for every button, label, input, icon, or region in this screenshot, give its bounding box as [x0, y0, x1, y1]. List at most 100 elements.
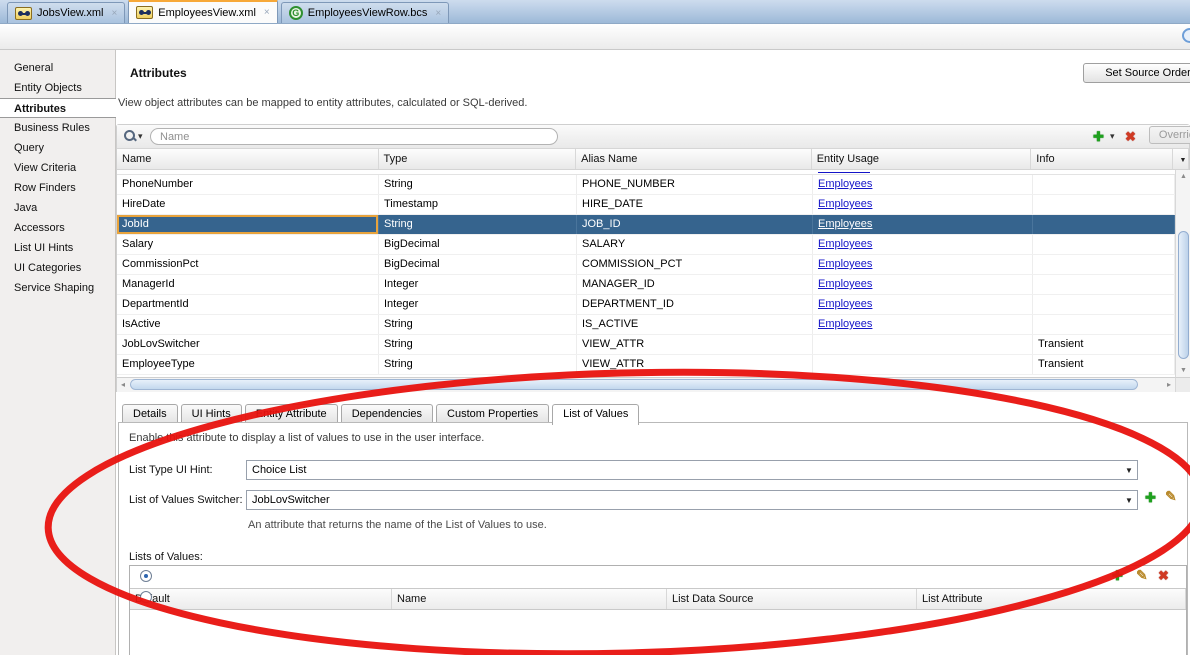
scrollbar-corner — [1175, 377, 1190, 392]
sidebar-item[interactable]: Row Finders — [0, 178, 115, 198]
cell-type: BigDecimal — [379, 255, 577, 274]
override-button[interactable]: Override — [1149, 126, 1190, 144]
lists-of-values-table: Default Name List Data Source List Attri… — [129, 565, 1187, 655]
column-header-alias[interactable]: Alias Name — [576, 149, 812, 169]
detail-tab[interactable]: Entity Attribute — [245, 404, 338, 423]
vertical-scroll-thumb[interactable] — [1178, 231, 1189, 359]
add-lov-icon[interactable] — [1112, 568, 1123, 584]
search-icon[interactable] — [124, 130, 136, 142]
edit-switcher-icon[interactable] — [1165, 488, 1177, 505]
table-row[interactable]: HireDate Timestamp HIRE_DATE Employees — [117, 195, 1175, 215]
table-search-bar: Override — [117, 125, 1189, 149]
chevron-down-icon — [1121, 464, 1137, 476]
detail-tab[interactable]: Custom Properties — [436, 404, 549, 423]
cell-info — [1033, 175, 1175, 194]
entity-usage-link[interactable]: Employees — [818, 298, 872, 310]
detail-tab[interactable]: UI Hints — [181, 404, 242, 423]
sidebar-item[interactable]: Entity Objects — [0, 78, 115, 98]
column-header-list-attribute[interactable]: List Attribute — [917, 589, 1186, 609]
tab-jobsview[interactable]: JobsView.xml — [7, 2, 125, 23]
default-radio[interactable] — [140, 570, 152, 582]
table-header-row: Name Type Alias Name Entity Usage Info — [117, 149, 1189, 170]
table-row[interactable]: DepartmentId Integer DEPARTMENT_ID Emplo… — [117, 295, 1175, 315]
detail-tab[interactable]: Details — [122, 404, 178, 423]
column-menu-caret-icon[interactable] — [1173, 149, 1189, 169]
column-header-name[interactable]: Name — [392, 589, 667, 609]
cell-name: IsActive — [117, 315, 379, 334]
table-row[interactable]: CommissionPct BigDecimal COMMISSION_PCT … — [117, 255, 1175, 275]
detail-tab[interactable]: Dependencies — [341, 404, 433, 423]
cell-info — [1033, 275, 1175, 294]
horizontal-scroll-thumb[interactable] — [130, 379, 1138, 390]
column-header-info[interactable]: Info — [1031, 149, 1173, 169]
sidebar-item[interactable]: List UI Hints — [0, 238, 115, 258]
table-row[interactable]: JobLovSwitcher String VIEW_ATTR Transien… — [117, 335, 1175, 355]
scroll-left-icon[interactable] — [117, 378, 129, 392]
entity-usage-link[interactable]: Employees — [818, 198, 872, 210]
sidebar-item[interactable]: Accessors — [0, 218, 115, 238]
entity-usage-link[interactable]: Employees — [818, 178, 872, 190]
column-header-type[interactable]: Type — [379, 149, 577, 169]
table-row[interactable]: JobId String JOB_ID Employees — [117, 215, 1175, 235]
table-row[interactable]: IsActive String IS_ACTIVE Employees — [117, 315, 1175, 335]
sidebar-item[interactable]: Service Shaping — [0, 278, 115, 298]
cell-alias-name: IS_ACTIVE — [577, 315, 813, 334]
cell-info — [1033, 315, 1175, 334]
table-row[interactable]: EmployeeType String VIEW_ATTR Transient — [117, 355, 1175, 375]
detail-tab[interactable]: List of Values — [552, 404, 639, 425]
add-switcher-icon[interactable] — [1145, 490, 1156, 506]
close-icon[interactable] — [111, 8, 117, 19]
default-radio[interactable] — [140, 591, 152, 603]
cell-name: Salary — [117, 235, 379, 254]
sidebar-item[interactable]: General — [0, 58, 115, 78]
entity-usage-link[interactable]: Employees — [818, 278, 872, 290]
entity-usage-link[interactable]: Employees — [818, 218, 872, 230]
horizontal-scrollbar[interactable] — [117, 377, 1175, 392]
scroll-right-icon[interactable] — [1163, 378, 1175, 392]
sidebar-item[interactable]: Java — [0, 198, 115, 218]
delete-lov-icon[interactable] — [1158, 568, 1169, 584]
tab-employeesview[interactable]: EmployeesView.xml — [128, 0, 277, 23]
cell-name: EmployeeType — [117, 355, 379, 374]
search-input[interactable] — [150, 128, 558, 145]
scroll-up-icon[interactable] — [1176, 171, 1190, 182]
delete-attribute-icon[interactable] — [1125, 129, 1136, 145]
vertical-scrollbar[interactable] — [1175, 170, 1190, 377]
tab-employeesviewrow[interactable]: EmployeesViewRow.bcs — [281, 2, 449, 23]
edit-lov-icon[interactable] — [1136, 567, 1148, 584]
sidebar-item[interactable]: Attributes — [0, 98, 117, 118]
dropdown-value: Choice List — [247, 464, 1121, 476]
table-row[interactable]: ManagerId Integer MANAGER_ID Employees — [117, 275, 1175, 295]
view-object-icon — [15, 7, 32, 20]
column-header-entity-usage[interactable]: Entity Usage — [812, 149, 1032, 169]
entity-usage-link[interactable]: Employees — [818, 258, 872, 270]
set-source-order-button[interactable]: Set Source Order — [1083, 63, 1190, 83]
cell-name: PhoneNumber — [117, 175, 379, 194]
sidebar-item[interactable]: Business Rules — [0, 118, 115, 138]
table-row[interactable]: PhoneNumber String PHONE_NUMBER Employee… — [117, 175, 1175, 195]
sidebar-item[interactable]: View Criteria — [0, 158, 115, 178]
clipped-toolbar-icon[interactable] — [1182, 28, 1190, 43]
scroll-down-icon[interactable] — [1176, 365, 1190, 376]
search-options-caret-icon[interactable] — [138, 130, 143, 142]
column-header-list-data-source[interactable]: List Data Source — [667, 589, 917, 609]
entity-usage-link[interactable]: Employees — [818, 318, 872, 330]
list-type-dropdown[interactable]: Choice List — [246, 460, 1138, 480]
chevron-down-icon — [1121, 494, 1137, 506]
dropdown-value: JobLovSwitcher — [247, 494, 1121, 506]
entity-usage-link[interactable]: Employees — [818, 238, 872, 250]
close-icon[interactable] — [435, 8, 441, 19]
detail-tab-bar: Details UI Hints Entity Attribute Depend… — [122, 403, 642, 423]
column-header-name[interactable]: Name — [117, 149, 379, 169]
lov-toolbar — [130, 566, 1186, 588]
table-row[interactable]: Salary BigDecimal SALARY Employees — [117, 235, 1175, 255]
sidebar-item[interactable]: UI Categories — [0, 258, 115, 278]
sidebar-item[interactable]: Query — [0, 138, 115, 158]
lov-switcher-dropdown[interactable]: JobLovSwitcher — [246, 490, 1138, 510]
column-header-default[interactable]: Default — [130, 589, 392, 609]
add-attribute-icon[interactable] — [1093, 129, 1104, 145]
add-options-caret-icon[interactable] — [1110, 130, 1115, 142]
cell-info — [1033, 255, 1175, 274]
cell-type: String — [379, 355, 577, 374]
close-icon[interactable] — [264, 7, 270, 18]
